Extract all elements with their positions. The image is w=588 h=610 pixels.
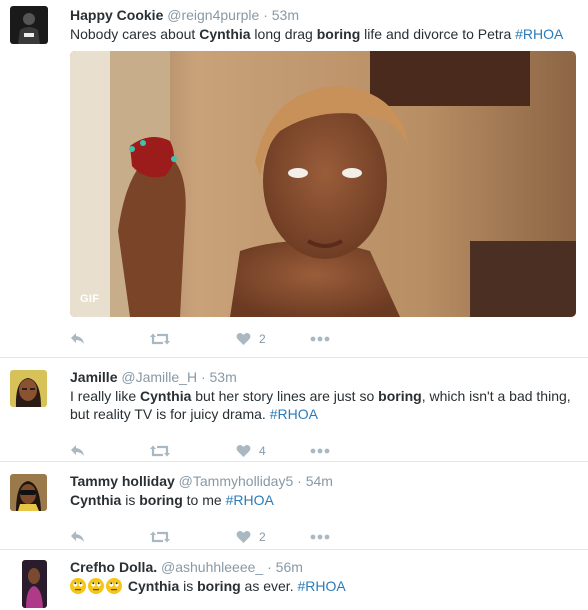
avatar[interactable] (10, 370, 47, 407)
retweet-icon[interactable] (150, 441, 170, 461)
hashtag-link[interactable]: #RHOA (226, 492, 274, 508)
more-icon[interactable] (310, 527, 330, 547)
timestamp[interactable]: 54m (306, 473, 333, 489)
text-segment: is (179, 578, 198, 594)
tweet[interactable]: Jamille @Jamille_H · 53m I really like C… (0, 358, 588, 462)
highlighted-keyword: boring (316, 26, 361, 42)
separator: · (263, 7, 268, 23)
retweet-icon[interactable] (150, 329, 170, 349)
gif-badge: GIF (80, 293, 100, 305)
tweet-header: Jamille @Jamille_H · 53m (70, 368, 580, 386)
retweet-icon[interactable] (150, 527, 170, 547)
highlighted-keyword: boring (378, 388, 422, 404)
tweet[interactable]: Happy Cookie @reign4purple · 53m Nobody … (0, 0, 588, 358)
tweet-text: Cynthia is boring as ever. #RHOA (70, 577, 580, 595)
text-segment: I really like (70, 388, 141, 404)
tweet-actions: 2 (70, 527, 370, 547)
display-name[interactable]: Crefho Dolla. (70, 559, 157, 575)
username[interactable]: @Jamille_H (121, 369, 197, 385)
tweet[interactable]: Tammy holliday @Tammyholliday5 · 54m Cyn… (0, 462, 588, 550)
tweet-actions: 2 (70, 329, 370, 349)
hashtag-link[interactable]: #RHOA (270, 406, 318, 422)
highlighted-keyword: Cynthia (199, 26, 251, 42)
separator: · (267, 559, 272, 575)
gif-media[interactable]: GIF (70, 51, 576, 317)
username[interactable]: @Tammyholliday5 (179, 473, 294, 489)
highlighted-keyword: boring (197, 578, 241, 594)
tweet-text: Cynthia is boring to me #RHOA (70, 491, 580, 509)
rolling-eyes-emoji-icon (70, 578, 86, 594)
text-segment: Nobody cares about (70, 26, 200, 42)
username[interactable]: @ashuhhleeee_ (161, 559, 263, 575)
text-segment: but her story lines are just so (191, 388, 379, 404)
reply-icon[interactable] (70, 527, 86, 547)
hashtag-link[interactable]: #RHOA (515, 26, 563, 42)
reply-icon[interactable] (70, 441, 86, 461)
like-count: 2 (259, 332, 266, 346)
rolling-eyes-emoji-icon (106, 578, 122, 594)
tweet-header: Happy Cookie @reign4purple · 53m (70, 6, 580, 24)
text-segment: as ever. (240, 578, 298, 594)
more-icon[interactable] (310, 329, 330, 349)
highlighted-keyword: boring (139, 492, 183, 508)
gif-thumbnail (70, 51, 576, 317)
like-count: 2 (259, 530, 266, 544)
timestamp[interactable]: 53m (272, 7, 299, 23)
hashtag-link[interactable]: #RHOA (297, 578, 345, 594)
timestamp[interactable]: 56m (276, 559, 303, 575)
like-count: 4 (259, 444, 266, 458)
tweet-header: Crefho Dolla. @ashuhhleeee_ · 56m (70, 558, 580, 576)
tweet-text: Nobody cares about Cynthia long drag bor… (70, 25, 580, 43)
timestamp[interactable]: 53m (210, 369, 237, 385)
tweet-text: I really like Cynthia but her story line… (70, 387, 580, 423)
reply-icon[interactable] (70, 329, 86, 349)
text-segment: to me (182, 492, 226, 508)
avatar[interactable] (22, 560, 47, 608)
separator: · (200, 369, 206, 385)
avatar[interactable] (10, 6, 48, 44)
rolling-eyes-emoji-icon (88, 578, 104, 594)
text-segment: long drag (250, 26, 317, 42)
tweet-actions: 4 (70, 441, 370, 461)
tweet[interactable]: Crefho Dolla. @ashuhhleeee_ · 56m Cynthi… (0, 550, 588, 610)
separator: · (297, 473, 302, 489)
display-name[interactable]: Happy Cookie (70, 7, 163, 23)
display-name[interactable]: Jamille (70, 369, 117, 385)
avatar[interactable] (10, 474, 47, 511)
text-segment: is (121, 492, 140, 508)
highlighted-keyword: Cynthia (127, 578, 180, 594)
username[interactable]: @reign4purple (167, 7, 259, 23)
text-segment: life and divorce to Petra (360, 26, 516, 42)
heart-icon[interactable]: 2 (236, 329, 266, 349)
heart-icon[interactable]: 4 (236, 441, 266, 461)
more-icon[interactable] (310, 441, 330, 461)
highlighted-keyword: Cynthia (140, 388, 192, 404)
highlighted-keyword: Cynthia (70, 492, 122, 508)
display-name[interactable]: Tammy holliday (70, 473, 175, 489)
heart-icon[interactable]: 2 (236, 527, 266, 547)
tweet-header: Tammy holliday @Tammyholliday5 · 54m (70, 472, 580, 490)
